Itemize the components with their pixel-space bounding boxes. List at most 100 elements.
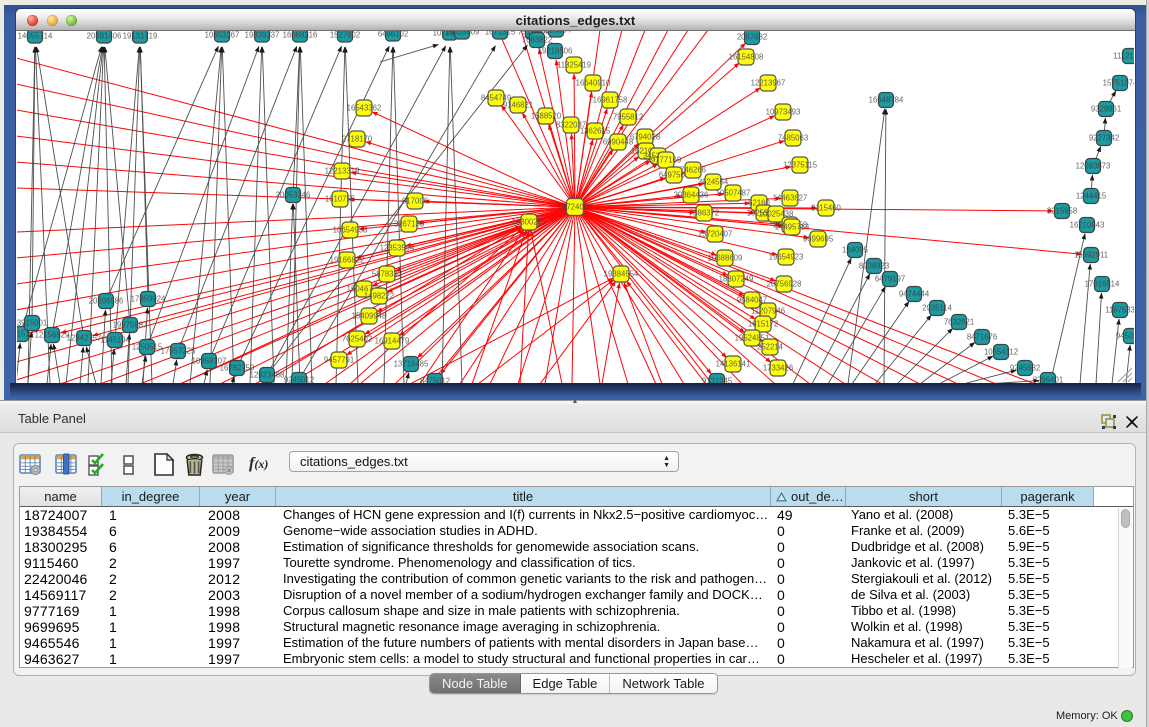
svg-text:9245012: 9245012 bbox=[284, 376, 314, 384]
svg-text:12213319: 12213319 bbox=[325, 167, 360, 176]
svg-text:6479197: 6479197 bbox=[875, 275, 905, 284]
svg-text:16961758: 16961758 bbox=[593, 96, 628, 105]
svg-text:15692911: 15692911 bbox=[1074, 251, 1108, 260]
svg-text:7386372: 7386372 bbox=[689, 209, 719, 218]
svg-text:10654933: 10654933 bbox=[333, 226, 368, 235]
svg-text:1498222: 1498222 bbox=[364, 292, 394, 301]
svg-text:17016514: 17016514 bbox=[1085, 280, 1120, 289]
svg-text:9777169: 9777169 bbox=[651, 156, 681, 165]
svg-text:7632621: 7632621 bbox=[944, 318, 974, 327]
svg-text:7955812: 7955812 bbox=[613, 113, 643, 122]
svg-text:9450121: 9450121 bbox=[1116, 332, 1134, 341]
svg-text:12093873: 12093873 bbox=[1076, 162, 1111, 171]
svg-text:19654923: 19654923 bbox=[769, 253, 804, 262]
svg-text:9131945: 9131945 bbox=[702, 377, 733, 384]
svg-text:19166822: 19166822 bbox=[330, 256, 365, 265]
svg-text:16210643: 16210643 bbox=[1070, 221, 1105, 230]
svg-text:3215958: 3215958 bbox=[1047, 207, 1077, 216]
svg-text:9457791: 9457791 bbox=[324, 356, 354, 365]
svg-text:19384554: 19384554 bbox=[604, 270, 639, 279]
svg-text:6466102: 6466102 bbox=[378, 31, 408, 39]
svg-text:19975887: 19975887 bbox=[113, 321, 148, 330]
svg-text:16648784: 16648784 bbox=[869, 96, 904, 105]
svg-text:13716485: 13716485 bbox=[394, 360, 429, 369]
svg-text:20053346: 20053346 bbox=[276, 191, 311, 200]
svg-text:20691406: 20691406 bbox=[87, 32, 122, 41]
svg-text:14055714: 14055714 bbox=[18, 32, 53, 41]
svg-text:16033809: 16033809 bbox=[445, 31, 480, 37]
svg-text:18300295: 18300295 bbox=[512, 218, 547, 227]
svg-text:746266: 746266 bbox=[680, 166, 706, 175]
svg-text:11121314: 11121314 bbox=[1113, 52, 1134, 61]
svg-text:1733426: 1733426 bbox=[763, 364, 793, 373]
svg-text:12342757: 12342757 bbox=[67, 334, 102, 343]
svg-text:20756928: 20756928 bbox=[767, 280, 802, 289]
svg-text:2087682: 2087682 bbox=[737, 33, 767, 42]
svg-text:2718170: 2718170 bbox=[342, 135, 373, 144]
svg-text:12156829: 12156829 bbox=[35, 331, 70, 340]
svg-text:1671315: 1671315 bbox=[485, 31, 516, 37]
svg-text:817006: 817006 bbox=[402, 197, 428, 206]
svg-text:3624554: 3624554 bbox=[698, 178, 729, 187]
svg-text:20206586: 20206586 bbox=[89, 297, 124, 306]
svg-text:10653267: 10653267 bbox=[205, 31, 240, 40]
svg-text:17957225: 17957225 bbox=[161, 347, 196, 356]
svg-text:17359924: 17359924 bbox=[131, 295, 166, 304]
svg-text:15751074: 15751074 bbox=[1103, 79, 1134, 88]
svg-text:10688609: 10688609 bbox=[708, 254, 743, 263]
svg-text:16640910: 16640910 bbox=[576, 79, 611, 88]
svg-text:9699695: 9699695 bbox=[803, 235, 834, 244]
svg-text:9245682: 9245682 bbox=[1010, 364, 1040, 373]
svg-text:8938923: 8938923 bbox=[859, 262, 889, 271]
svg-text:9115460: 9115460 bbox=[811, 204, 841, 213]
svg-text:6794028: 6794028 bbox=[630, 133, 660, 142]
svg-text:8296401: 8296401 bbox=[1033, 376, 1063, 384]
svg-text:1250515: 1250515 bbox=[132, 343, 163, 352]
svg-text:1167533: 1167533 bbox=[1105, 306, 1134, 315]
svg-text:9329961: 9329961 bbox=[1091, 105, 1121, 114]
svg-text:18724007: 18724007 bbox=[558, 203, 593, 212]
svg-text:7663822: 7663822 bbox=[522, 36, 552, 45]
svg-text:10654112: 10654112 bbox=[984, 348, 1018, 357]
svg-text:7485063: 7485063 bbox=[778, 134, 808, 143]
svg-text:16154808: 16154808 bbox=[729, 53, 764, 62]
svg-text:1145194: 1145194 bbox=[100, 336, 130, 345]
svg-text:1527602: 1527602 bbox=[330, 31, 360, 40]
svg-text:8471676: 8471676 bbox=[967, 333, 997, 342]
svg-text:19218506: 19218506 bbox=[538, 47, 573, 56]
svg-text:10507487: 10507487 bbox=[716, 189, 751, 198]
svg-text:15409948: 15409948 bbox=[352, 312, 387, 321]
svg-text:16914479: 16914479 bbox=[375, 337, 410, 346]
svg-text:252214: 252214 bbox=[757, 343, 784, 352]
svg-text:10973493: 10973493 bbox=[766, 108, 801, 117]
svg-text:20364436: 20364436 bbox=[674, 191, 709, 200]
svg-text:19339337: 19339337 bbox=[245, 31, 280, 40]
svg-text:14463627: 14463627 bbox=[773, 194, 808, 203]
svg-text:3915001: 3915001 bbox=[17, 319, 47, 328]
svg-text:1615172: 1615172 bbox=[748, 320, 778, 329]
svg-text:12213967: 12213967 bbox=[751, 79, 786, 88]
svg-text:18807249: 18807249 bbox=[719, 275, 754, 284]
svg-text:1588520: 1588520 bbox=[531, 112, 562, 121]
svg-text:14495714: 14495714 bbox=[775, 223, 810, 232]
svg-text:1362615: 1362615 bbox=[580, 127, 611, 136]
svg-text:12375115: 12375115 bbox=[783, 161, 818, 170]
svg-text:9474444: 9474444 bbox=[899, 290, 930, 299]
svg-text:16543362: 16543362 bbox=[347, 104, 382, 113]
svg-text:9146821: 9146821 bbox=[503, 101, 533, 110]
svg-text:1244415: 1244415 bbox=[1076, 192, 1107, 201]
svg-text:9227342: 9227342 bbox=[1089, 134, 1119, 143]
svg-text:164095: 164095 bbox=[842, 246, 869, 255]
svg-text:19131719: 19131719 bbox=[123, 32, 158, 41]
svg-text:11325419: 11325419 bbox=[557, 61, 591, 70]
svg-text:15720407: 15720407 bbox=[698, 230, 733, 239]
svg-text:8813054: 8813054 bbox=[541, 31, 572, 35]
svg-text:1610755: 1610755 bbox=[325, 195, 356, 204]
svg-text:16088316: 16088316 bbox=[283, 31, 318, 40]
svg-text:6990448: 6990448 bbox=[603, 138, 633, 147]
svg-text:12353594: 12353594 bbox=[380, 244, 415, 253]
svg-text:14136141: 14136141 bbox=[716, 360, 751, 369]
svg-text:12923468: 12923468 bbox=[250, 371, 285, 380]
svg-text:8475012: 8475012 bbox=[420, 377, 450, 384]
svg-text:3267130: 3267130 bbox=[394, 220, 425, 229]
